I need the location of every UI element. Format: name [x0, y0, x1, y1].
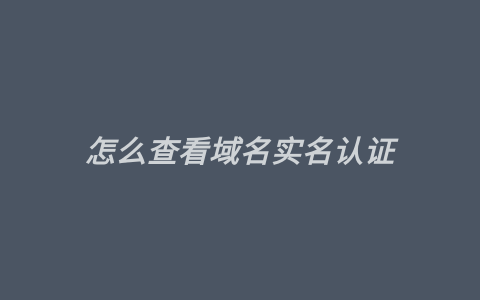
banner-title: 怎么查看域名实名认证 [85, 135, 395, 170]
banner-canvas: 怎么查看域名实名认证 [0, 0, 480, 300]
